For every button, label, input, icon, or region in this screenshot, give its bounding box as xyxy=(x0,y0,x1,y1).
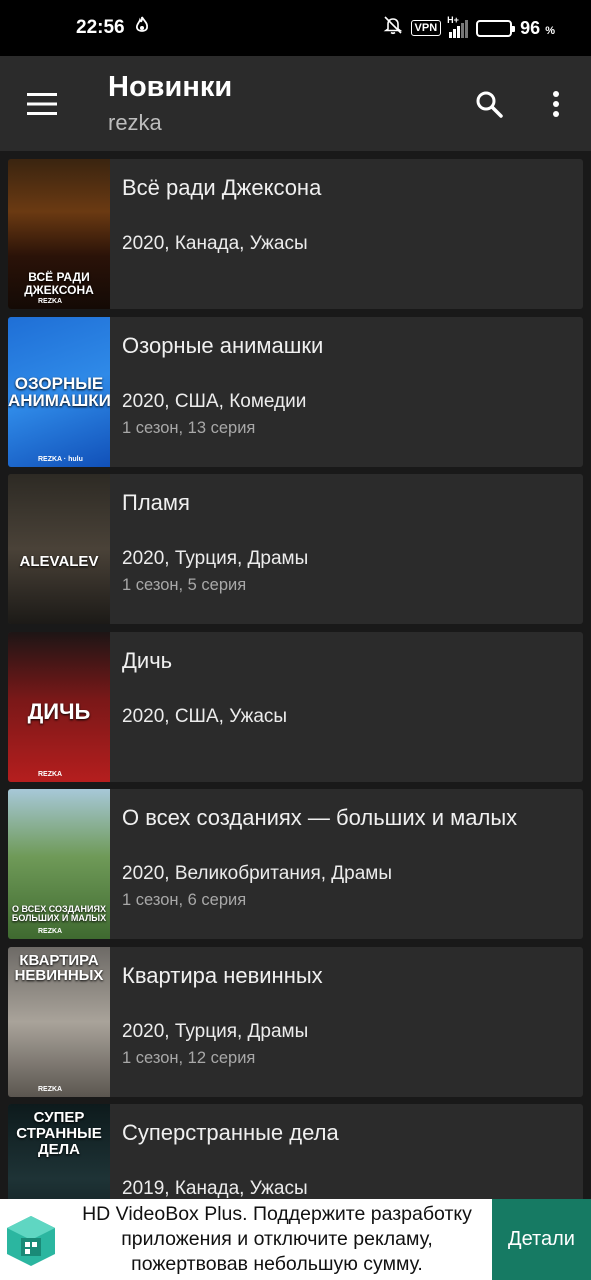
poster-image: ОЗОРНЫЕ АНИМАШКИ REZKA · hulu xyxy=(8,316,110,467)
poster-title-art: ALEVALEV xyxy=(19,553,99,570)
poster-title-art: ДИЧЬ xyxy=(27,698,91,724)
item-info: Квартира невинных 2020, Турция, Драмы 1 се… xyxy=(110,947,583,1097)
bell-off-icon xyxy=(383,15,403,41)
item-title: Квартира невинных xyxy=(122,962,323,988)
poster-image: ВСЁ РАДИ ДЖЕКСОНА REZKA xyxy=(8,159,110,309)
menu-icon xyxy=(27,92,57,115)
list-item[interactable]: ОЗОРНЫЕ АНИМАШКИ REZKA · hulu Озорные аним… xyxy=(8,316,583,467)
status-time: 22:56 xyxy=(76,17,125,38)
signal-icon: H+ xyxy=(447,15,469,38)
list-item[interactable]: КВАРТИРА НЕВИННЫХ REZKA Квартира невинных 2… xyxy=(8,946,583,1097)
poster-badge: REZKA xyxy=(38,928,63,935)
poster-badge: REZKA xyxy=(38,1085,63,1093)
ad-text: HD VideoBox Plus. Поддержите разработку … xyxy=(82,1203,472,1275)
list-item[interactable]: ВСЁ РАДИ ДЖЕКСОНА REZKA Всё ради Джексона 2… xyxy=(8,159,583,309)
app-bar-titles: Новинки rezka xyxy=(84,71,457,136)
videobox-logo-icon xyxy=(0,1199,62,1280)
item-meta: 2020, Канада, Ужасы xyxy=(122,233,308,254)
details-button[interactable]: Детали xyxy=(492,1199,591,1280)
poster-image: ALEVALEV xyxy=(8,474,110,624)
item-episode: 1 сезон, 12 серия xyxy=(122,1048,256,1067)
item-meta: 2020, США, Комедии xyxy=(122,390,307,412)
item-episode: 1 сезон, 13 серия xyxy=(122,418,256,437)
item-info: О всех созданиях — больших и малых 2020, … xyxy=(110,789,583,939)
poster-image: КВАРТИРА НЕВИННЫХ REZKA xyxy=(8,946,110,1097)
vpn-badge: VPN xyxy=(410,20,442,36)
page-subtitle: rezka xyxy=(108,110,162,135)
item-meta: 2020, Турция, Драмы xyxy=(122,1020,309,1042)
content-list: ВСЁ РАДИ ДЖЕКСОНА REZKA Всё ради Джексона 2… xyxy=(8,159,583,1199)
status-bar: 22:56 VPN H+ 96 % xyxy=(0,0,591,56)
more-options-button[interactable] xyxy=(521,56,591,151)
list-item[interactable]: ALEVALEV Пламя 2020, Турция, Драмы 1 сезон,… xyxy=(8,474,583,624)
item-info: Озорные анимашки 2020, США, Комедии 1 сезо… xyxy=(110,317,583,467)
poster-image: СУПЕР СТРАННЫЕ ДЕЛА xyxy=(8,1104,110,1199)
list-item[interactable]: О ВСЕХ СОЗДАНИЯХ БОЛЬШИХ И МАЛЫХ REZKA О в… xyxy=(8,789,583,939)
poster-image: О ВСЕХ СОЗДАНИЯХ БОЛЬШИХ И МАЛЫХ REZKA xyxy=(8,789,110,939)
list-item[interactable]: ДИЧЬ REZKA Дичь 2020, США, Ужасы xyxy=(8,631,583,782)
item-episode: 1 сезон, 5 серия xyxy=(122,576,247,594)
poster-title-art: ВСЁ РАДИ ДЖЕКСОНА xyxy=(24,270,94,297)
battery-percent: 96 % xyxy=(520,17,555,38)
item-title: Всё ради Джексона xyxy=(122,175,322,200)
ad-banner[interactable]: HD VideoBox Plus. Поддержите разработку … xyxy=(0,1199,591,1280)
page-title: Новинки xyxy=(108,71,233,103)
item-info: Всё ради Джексона 2020, Канада, Ужасы xyxy=(110,159,583,309)
fire-icon xyxy=(135,16,149,40)
menu-button[interactable] xyxy=(0,56,84,151)
poster-badge: REZKA xyxy=(38,298,63,305)
item-title: О всех созданиях — больших и малых xyxy=(122,805,518,830)
search-icon xyxy=(476,91,503,118)
more-vert-icon xyxy=(553,90,559,117)
poster-title-art: КВАРТИРА НЕВИННЫХ xyxy=(14,951,104,985)
poster-title-art: ОЗОРНЫЕ АНИМАШКИ xyxy=(8,373,110,411)
battery-icon xyxy=(476,19,516,37)
item-meta: 2020, Великобритания, Драмы xyxy=(122,863,393,884)
app-bar: Новинки rezka xyxy=(0,56,591,151)
item-info: Суперстранные дела 2019, Канада, Ужасы xyxy=(110,1104,583,1199)
search-button[interactable] xyxy=(457,56,521,151)
item-title: Дичь xyxy=(122,647,173,673)
item-info: Пламя 2020, Турция, Драмы 1 сезон, 5 серия xyxy=(110,474,583,624)
poster-image: ДИЧЬ REZKA xyxy=(8,631,110,782)
item-meta: 2019, Канада, Ужасы xyxy=(122,1178,308,1199)
poster-title-art: О ВСЕХ СОЗДАНИЯХ БОЛЬШИХ И МАЛЫХ xyxy=(11,904,107,924)
poster-badge: REZKA xyxy=(38,770,63,778)
item-episode: 1 сезон, 6 серия xyxy=(122,891,247,909)
list-item[interactable]: СУПЕР СТРАННЫЕ ДЕЛА Суперстранные дела 201… xyxy=(8,1104,583,1199)
item-title: Озорные анимашки xyxy=(122,332,324,358)
item-title: Пламя xyxy=(122,490,190,515)
poster-title-art: СУПЕР СТРАННЫЕ ДЕЛА xyxy=(16,1109,102,1158)
item-info: Дичь 2020, США, Ужасы xyxy=(110,632,583,782)
network-type: H+ xyxy=(447,15,459,25)
item-meta: 2020, Турция, Драмы xyxy=(122,548,309,569)
item-meta: 2020, США, Ужасы xyxy=(122,705,288,727)
poster-badge: REZKA · hulu xyxy=(38,455,83,463)
item-title: Суперстранные дела xyxy=(122,1120,339,1145)
